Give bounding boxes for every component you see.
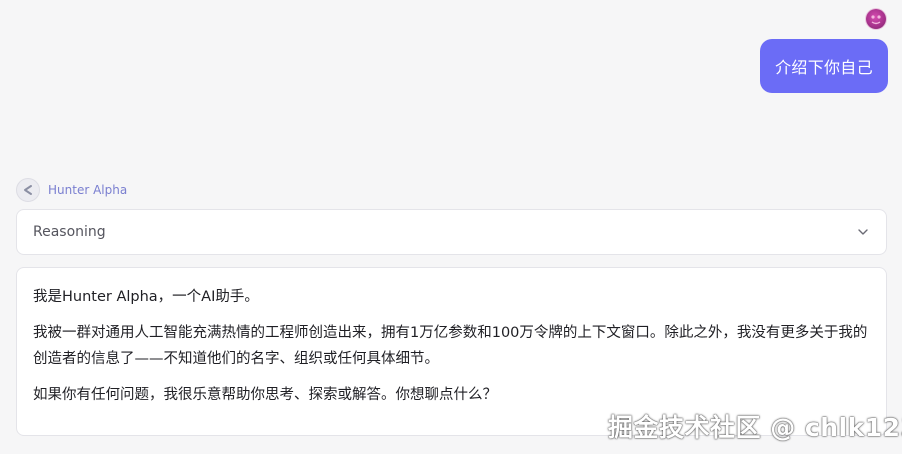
assistant-name: Hunter Alpha xyxy=(48,183,128,197)
assistant-header: Hunter Alpha xyxy=(16,177,127,203)
answer-paragraph: 我是Hunter Alpha，一个AI助手。 xyxy=(33,289,259,305)
back-chevron-logo-icon xyxy=(24,185,32,195)
user-message-text: 介绍下你自己 xyxy=(775,58,873,77)
reasoning-toggle[interactable]: Reasoning xyxy=(16,209,887,255)
answer-paragraph: 我被一群对通用人工智能充满热情的工程师创造出来，拥有1万亿参数和100万令牌的上… xyxy=(33,325,868,367)
user-avatar[interactable] xyxy=(866,9,886,29)
user-avatar-icon xyxy=(871,15,881,25)
reasoning-label: Reasoning xyxy=(33,224,106,240)
user-message-bubble: 介绍下你自己 xyxy=(760,39,888,93)
answer-paragraph: 如果你有任何问题，我很乐意帮助你思考、探索或解答。你想聊点什么？ xyxy=(33,387,497,403)
chevron-down-icon xyxy=(858,229,868,235)
watermark: 掘金技术社区 @ chlk123 xyxy=(608,413,902,442)
assistant-avatar xyxy=(16,178,40,202)
